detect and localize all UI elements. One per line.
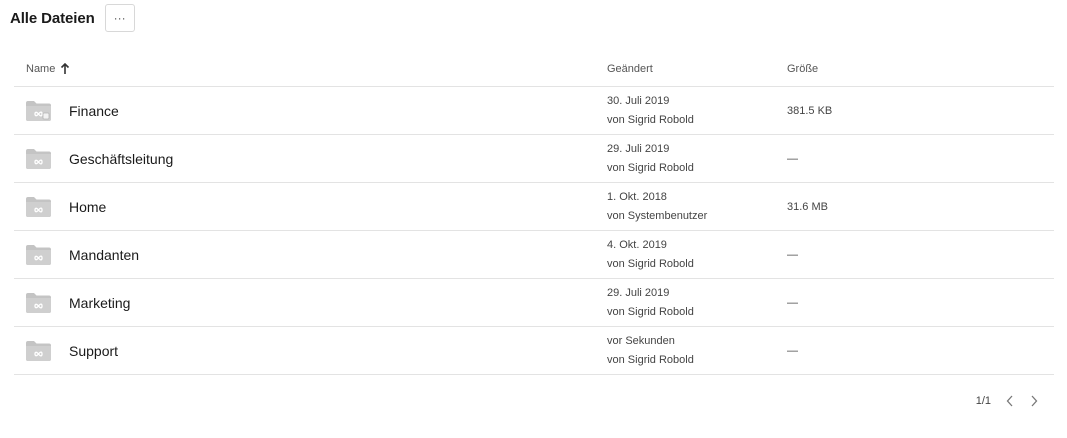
- name-cell[interactable]: Home: [14, 196, 607, 218]
- modified-cell: 30. Juli 2019 von Sigrid Robold: [607, 92, 787, 130]
- modified-by: von Sigrid Robold: [607, 113, 694, 126]
- more-options-button[interactable]: ···: [104, 4, 135, 32]
- table-body: Finance 30. Juli 2019 von Sigrid Robold …: [14, 87, 1054, 375]
- folder-icon: [25, 196, 52, 218]
- sort-ascending-icon: [61, 63, 70, 74]
- modified-date: 29. Juli 2019: [607, 142, 670, 155]
- folder-name[interactable]: Support: [69, 343, 118, 359]
- modified-by: von Sigrid Robold: [607, 353, 694, 366]
- modified-cell: 29. Juli 2019 von Sigrid Robold: [607, 284, 787, 322]
- name-cell[interactable]: Marketing: [14, 292, 607, 314]
- previous-page-icon[interactable]: [1005, 394, 1015, 408]
- modified-cell: 1. Okt. 2018 von Systembenutzer: [607, 188, 787, 226]
- size-cell: —: [787, 152, 798, 165]
- modified-cell: vor Sekunden von Sigrid Robold: [607, 332, 787, 370]
- modified-by: von Sigrid Robold: [607, 161, 694, 174]
- table-row[interactable]: Mandanten 4. Okt. 2019 von Sigrid Robold…: [14, 231, 1054, 279]
- modified-cell: 29. Juli 2019 von Sigrid Robold: [607, 140, 787, 178]
- pagination: 1/1: [976, 394, 1039, 408]
- modified-date: vor Sekunden: [607, 334, 675, 347]
- modified-cell: 4. Okt. 2019 von Sigrid Robold: [607, 236, 787, 274]
- file-table: Name Geändert Größe Finance 30. Juli 201…: [14, 52, 1054, 375]
- table-row[interactable]: Finance 30. Juli 2019 von Sigrid Robold …: [14, 87, 1054, 135]
- name-cell[interactable]: Mandanten: [14, 244, 607, 266]
- size-cell: —: [787, 296, 798, 309]
- modified-date: 4. Okt. 2019: [607, 238, 667, 251]
- modified-by: von Sigrid Robold: [607, 305, 694, 318]
- page-title: Alle Dateien: [10, 9, 95, 27]
- table-row[interactable]: Geschäftsleitung 29. Juli 2019 von Sigri…: [14, 135, 1054, 183]
- next-page-icon[interactable]: [1029, 394, 1039, 408]
- modified-by: von Systembenutzer: [607, 209, 708, 222]
- folder-name[interactable]: Geschäftsleitung: [69, 151, 173, 167]
- table-row[interactable]: Home 1. Okt. 2018 von Systembenutzer 31.…: [14, 183, 1054, 231]
- folder-icon: [25, 148, 52, 170]
- size-cell: 31.6 MB: [787, 200, 828, 213]
- table-row[interactable]: Support vor Sekunden von Sigrid Robold —: [14, 327, 1054, 375]
- modified-date: 30. Juli 2019: [607, 94, 670, 107]
- shared-folder-icon: [25, 100, 52, 122]
- folder-name[interactable]: Marketing: [69, 295, 130, 311]
- modified-date: 1. Okt. 2018: [607, 190, 667, 203]
- column-label-name: Name: [26, 63, 56, 75]
- table-header: Name Geändert Größe: [14, 52, 1054, 87]
- folder-name[interactable]: Mandanten: [69, 247, 139, 263]
- name-cell[interactable]: Support: [14, 340, 607, 362]
- folder-icon: [25, 244, 52, 266]
- page-header: Alle Dateien ···: [10, 3, 135, 33]
- modified-date: 29. Juli 2019: [607, 286, 670, 299]
- table-row[interactable]: Marketing 29. Juli 2019 von Sigrid Robol…: [14, 279, 1054, 327]
- page-indicator: 1/1: [975, 395, 991, 407]
- name-cell[interactable]: Finance: [14, 100, 607, 122]
- column-header-name[interactable]: Name: [26, 63, 607, 75]
- column-header-modified[interactable]: Geändert: [607, 63, 787, 75]
- folder-name[interactable]: Home: [69, 199, 106, 215]
- folder-icon: [25, 292, 52, 314]
- column-header-size[interactable]: Größe: [787, 63, 987, 75]
- size-cell: —: [787, 344, 798, 357]
- folder-icon: [25, 340, 52, 362]
- folder-name[interactable]: Finance: [69, 103, 119, 119]
- size-cell: —: [787, 248, 798, 261]
- size-cell: 381.5 KB: [787, 104, 833, 117]
- name-cell[interactable]: Geschäftsleitung: [14, 148, 607, 170]
- modified-by: von Sigrid Robold: [607, 257, 694, 270]
